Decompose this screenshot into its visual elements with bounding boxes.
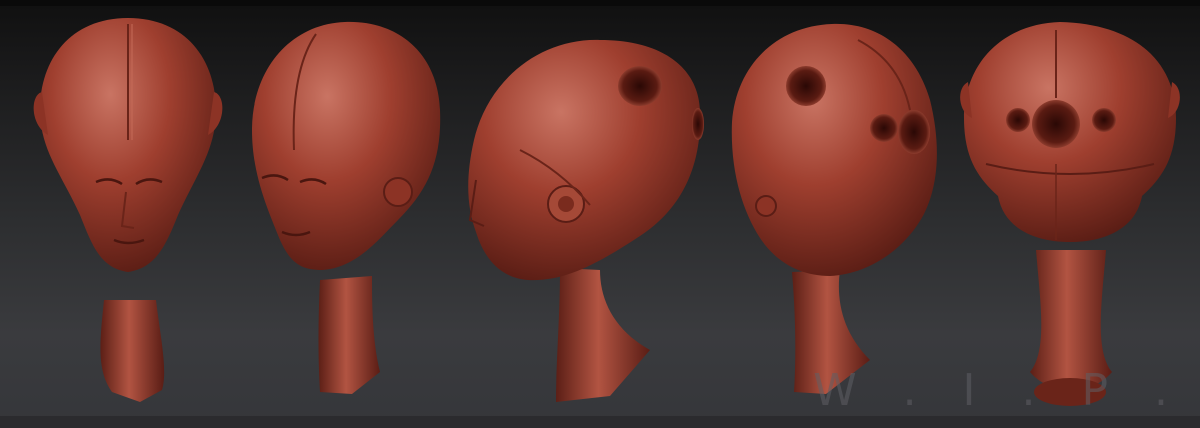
render-background: W . I . P . xyxy=(0,0,1200,428)
head-three-quarter-front-view xyxy=(252,21,441,394)
head-three-quarter-back-view xyxy=(731,23,937,394)
head-front-view xyxy=(33,18,223,402)
wip-watermark: W . I . P . xyxy=(813,365,1184,416)
head-profile-view xyxy=(468,39,704,402)
head-back-view xyxy=(960,22,1180,406)
sculpt-renders xyxy=(33,18,1180,406)
